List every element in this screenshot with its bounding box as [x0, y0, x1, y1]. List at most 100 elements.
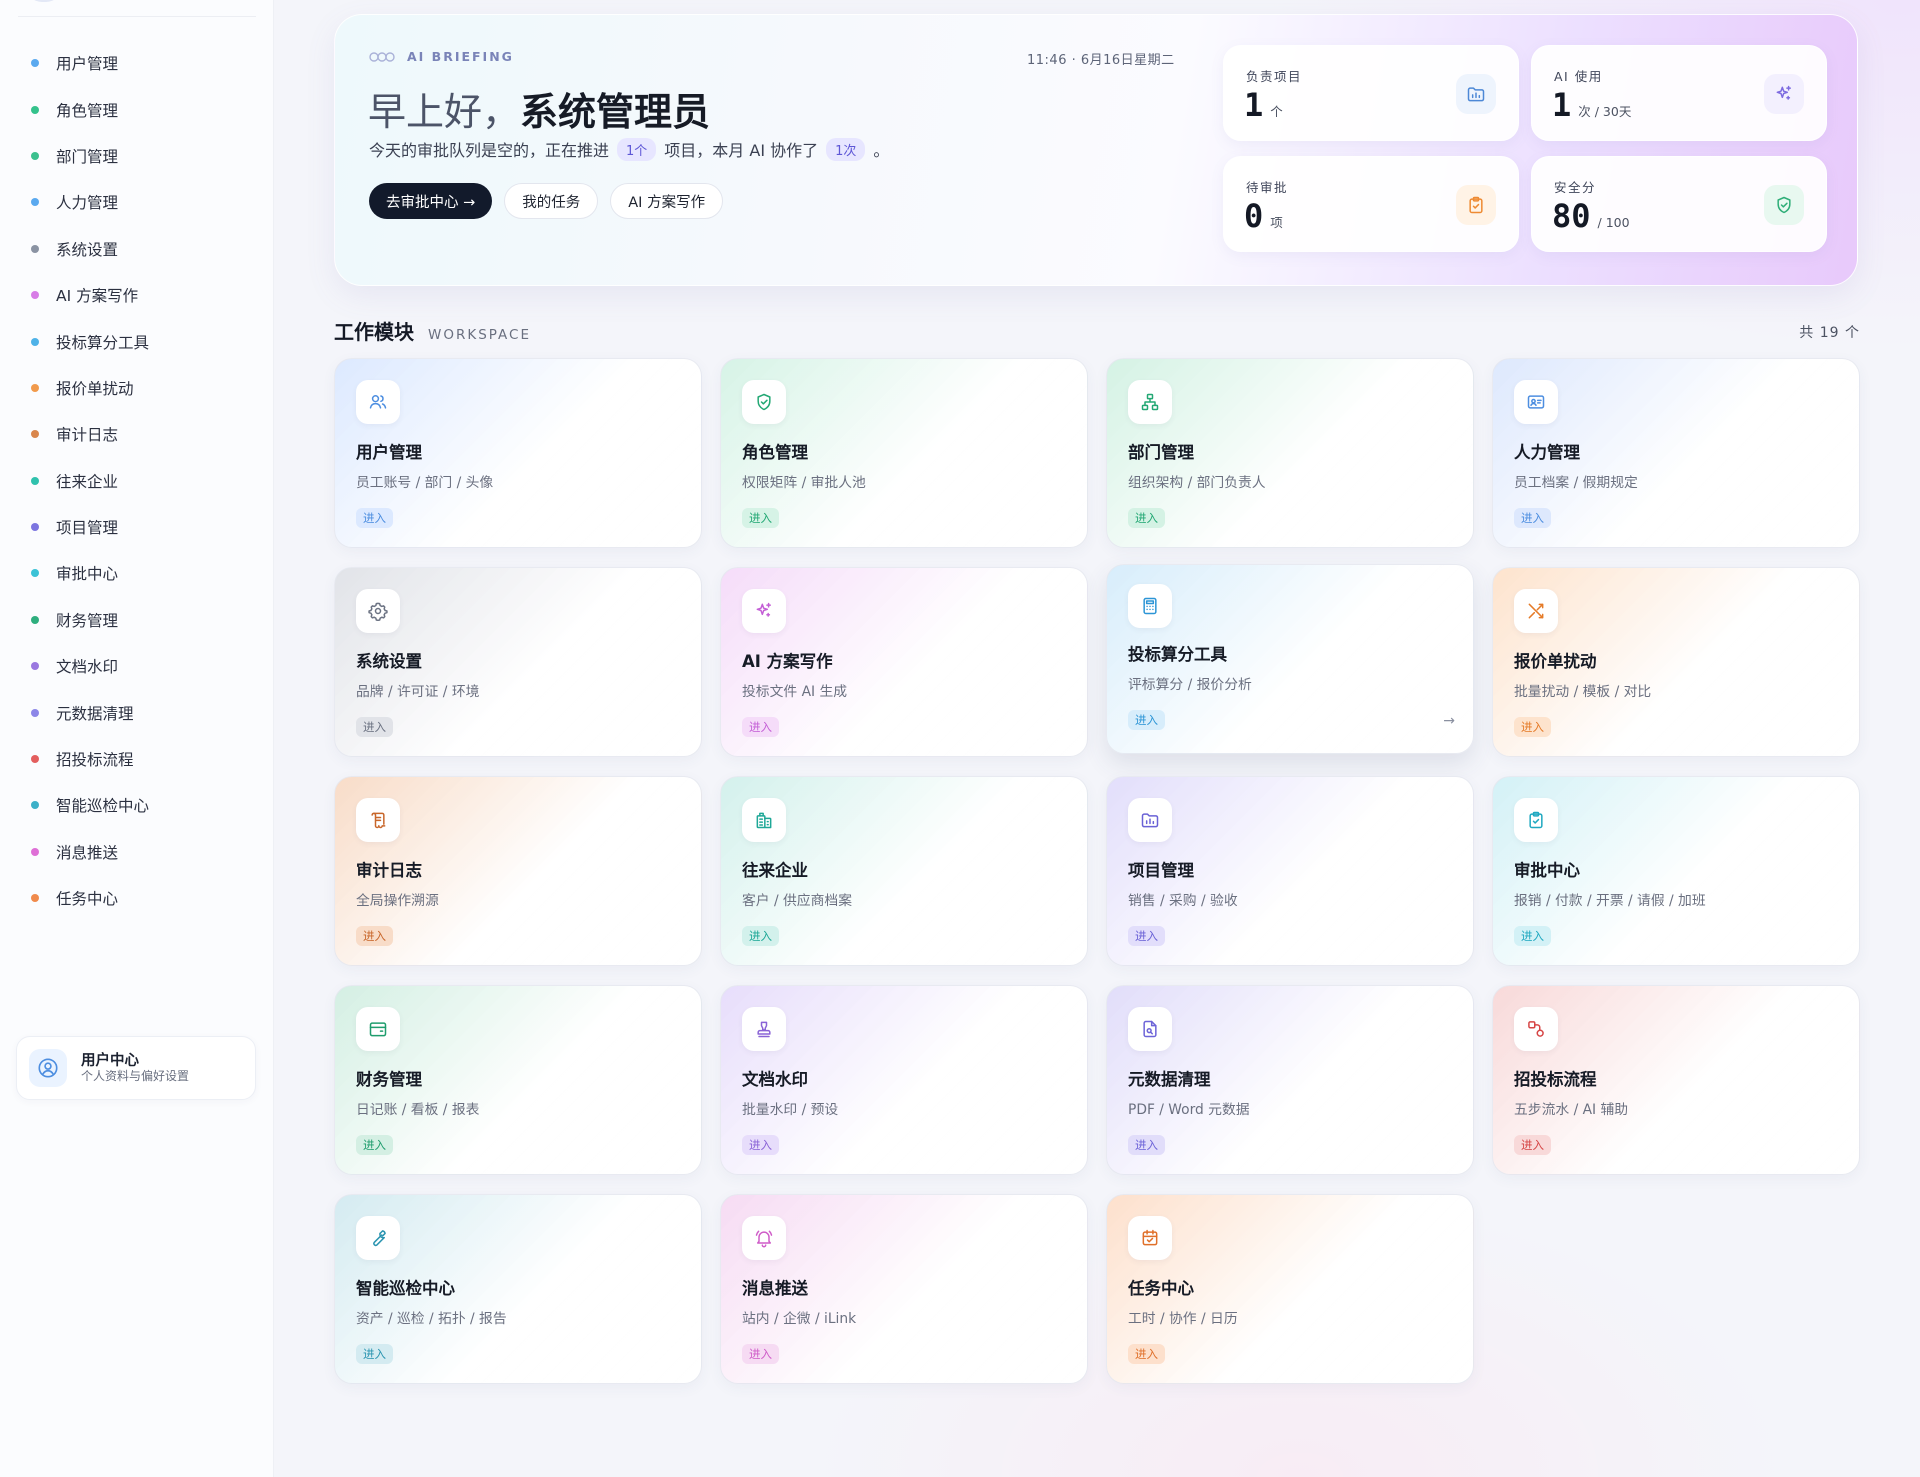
nav-dot-icon [31, 105, 39, 114]
enter-badge[interactable]: 进入 [356, 926, 393, 946]
shuffle-icon [1514, 589, 1558, 633]
module-description: 批量水印 / 预设 [742, 1102, 839, 1118]
module-card[interactable]: 系统设置 品牌 / 许可证 / 环境 进入 [334, 567, 702, 757]
stat-label: AI 使用 [1554, 69, 1603, 84]
avatar[interactable] [26, 0, 62, 2]
sidebar-item[interactable]: 角色管理 [0, 86, 274, 132]
sidebar-item-label: 消息推送 [56, 843, 119, 862]
module-card[interactable]: 人力管理 员工档案 / 假期规定 进入 [1492, 358, 1860, 548]
sidebar-item[interactable]: 审批中心 [0, 550, 274, 596]
enter-badge[interactable]: 进入 [356, 717, 393, 737]
module-card[interactable]: 往来企业 客户 / 供应商档案 进入 [720, 776, 1088, 966]
nav-dot-icon [31, 569, 39, 578]
sidebar-item-label: 部门管理 [56, 147, 119, 166]
workspace-header: 工作模块 WORKSPACE [334, 316, 531, 345]
module-card[interactable]: 财务管理 日记账 / 看板 / 报表 进入 [334, 985, 702, 1175]
sidebar-item[interactable]: 部门管理 [0, 133, 274, 179]
module-card[interactable]: 智能巡检中心 资产 / 巡检 / 拓扑 / 报告 进入 [334, 1194, 702, 1384]
module-title: 部门管理 [1128, 443, 1194, 462]
sidebar-item-label: 任务中心 [56, 890, 119, 909]
sidebar-item[interactable]: 人力管理 [0, 179, 274, 225]
enter-badge[interactable]: 进入 [742, 1135, 779, 1155]
sidebar-item[interactable]: 投标算分工具 [0, 318, 274, 364]
module-description: 员工账号 / 部门 / 头像 [356, 475, 494, 491]
enter-badge[interactable]: 进入 [1128, 926, 1165, 946]
module-description: 组织架构 / 部门负责人 [1128, 475, 1266, 491]
sidebar-item[interactable]: 系统设置 [0, 226, 274, 272]
module-card[interactable]: AI 方案写作 投标文件 AI 生成 进入 [720, 567, 1088, 757]
sidebar-item[interactable]: 审计日志 [0, 411, 274, 457]
enter-badge[interactable]: 进入 [356, 1344, 393, 1364]
user-center-subtitle: 个人资料与偏好设置 [81, 1069, 190, 1083]
module-card[interactable]: 任务中心 工时 / 协作 / 日历 进入 [1106, 1194, 1474, 1384]
module-card[interactable]: 招投标流程 五步流水 / AI 辅助 进入 [1492, 985, 1860, 1175]
module-card[interactable]: 报价单扰动 批量扰动 / 模板 / 对比 进入 [1492, 567, 1860, 757]
nav-dot-icon [31, 615, 39, 624]
module-card[interactable]: 角色管理 权限矩阵 / 审批人池 进入 [720, 358, 1088, 548]
module-card[interactable]: 审计日志 全局操作溯源 进入 [334, 776, 702, 966]
infinity-icon [369, 51, 395, 62]
enter-badge[interactable]: 进入 [1128, 710, 1165, 730]
enter-badge[interactable]: 进入 [1514, 926, 1551, 946]
sidebar-item[interactable]: 项目管理 [0, 504, 274, 550]
sidebar-item[interactable]: 任务中心 [0, 875, 274, 921]
module-card[interactable]: 文档水印 批量水印 / 预设 进入 [720, 985, 1088, 1175]
sidebar-item[interactable]: 用户管理 [0, 40, 274, 86]
module-card[interactable]: 元数据清理 PDF / Word 元数据 进入 [1106, 985, 1474, 1175]
sidebar-item[interactable]: 招投标流程 [0, 736, 274, 782]
stat-unit: 项 [1270, 215, 1283, 230]
go-approval-center-button[interactable]: 去审批中心 → [369, 183, 493, 219]
enter-badge[interactable]: 进入 [1514, 717, 1551, 737]
sidebar-item[interactable]: 智能巡检中心 [0, 782, 274, 828]
nav-dot-icon [31, 151, 39, 160]
enter-badge[interactable]: 进入 [742, 926, 779, 946]
nav-dot-icon [31, 337, 39, 346]
sidebar-item[interactable]: 财务管理 [0, 597, 274, 643]
enter-badge[interactable]: 进入 [742, 717, 779, 737]
enter-badge[interactable]: 进入 [356, 508, 393, 528]
project-count-chip: 1个 [617, 137, 657, 161]
ai-writing-button[interactable]: AI 方案写作 [610, 183, 724, 219]
enter-badge[interactable]: 进入 [1128, 508, 1165, 528]
users-icon [356, 380, 400, 424]
enter-badge[interactable]: 进入 [742, 1344, 779, 1364]
sidebar-item-label: 文档水印 [56, 658, 119, 677]
sidebar-item-label: 角色管理 [56, 101, 119, 120]
enter-badge[interactable]: 进入 [356, 1135, 393, 1155]
enter-badge[interactable]: 进入 [1514, 508, 1551, 528]
module-title: 任务中心 [1128, 1279, 1194, 1298]
enter-badge[interactable]: 进入 [1128, 1344, 1165, 1364]
module-card[interactable]: 项目管理 销售 / 采购 / 验收 进入 [1106, 776, 1474, 966]
module-card[interactable]: 用户管理 员工账号 / 部门 / 头像 进入 [334, 358, 702, 548]
folder-chart-icon [1456, 74, 1496, 114]
my-tasks-button[interactable]: 我的任务 [504, 183, 599, 219]
module-title: 报价单扰动 [1514, 652, 1597, 671]
module-card[interactable]: 审批中心 报销 / 付款 / 开票 / 请假 / 加班 进入 [1492, 776, 1860, 966]
module-title: 角色管理 [742, 443, 808, 462]
enter-badge[interactable]: 进入 [1128, 1135, 1165, 1155]
building-icon [742, 798, 786, 842]
sidebar-item-label: 项目管理 [56, 519, 119, 538]
sidebar-item[interactable]: AI 方案写作 [0, 272, 274, 318]
enter-badge[interactable]: 进入 [742, 508, 779, 528]
wrench-icon [356, 1216, 400, 1260]
module-title: AI 方案写作 [742, 652, 833, 671]
module-card[interactable]: 部门管理组织架构 / 部门负责人进入 [1106, 358, 1474, 548]
user-center-button[interactable]: 用户中心 个人资料与偏好设置 [16, 1036, 256, 1100]
sidebar-item[interactable]: 往来企业 [0, 458, 274, 504]
stat-number: 1 [1552, 86, 1572, 124]
sidebar-item[interactable]: 消息推送 [0, 829, 274, 875]
stat-value: 1个 [1244, 86, 1283, 124]
folder-chart-icon [1128, 798, 1172, 842]
stat-number: 1 [1244, 86, 1264, 124]
sidebar-item[interactable]: 报价单扰动 [0, 365, 274, 411]
module-title: 往来企业 [742, 861, 808, 880]
module-description: 销售 / 采购 / 验收 [1128, 893, 1238, 909]
enter-badge[interactable]: 进入 [1514, 1135, 1551, 1155]
sidebar-item[interactable]: 文档水印 [0, 643, 274, 689]
module-card[interactable]: 投标算分工具 评标算分 / 报价分析 进入 → [1106, 564, 1474, 754]
sparkle-icon [1764, 74, 1804, 114]
module-card[interactable]: 消息推送 站内 / 企微 / iLink 进入 [720, 1194, 1088, 1384]
sidebar-item[interactable]: 元数据清理 [0, 689, 274, 735]
sidebar-item-label: AI 方案写作 [56, 287, 139, 306]
